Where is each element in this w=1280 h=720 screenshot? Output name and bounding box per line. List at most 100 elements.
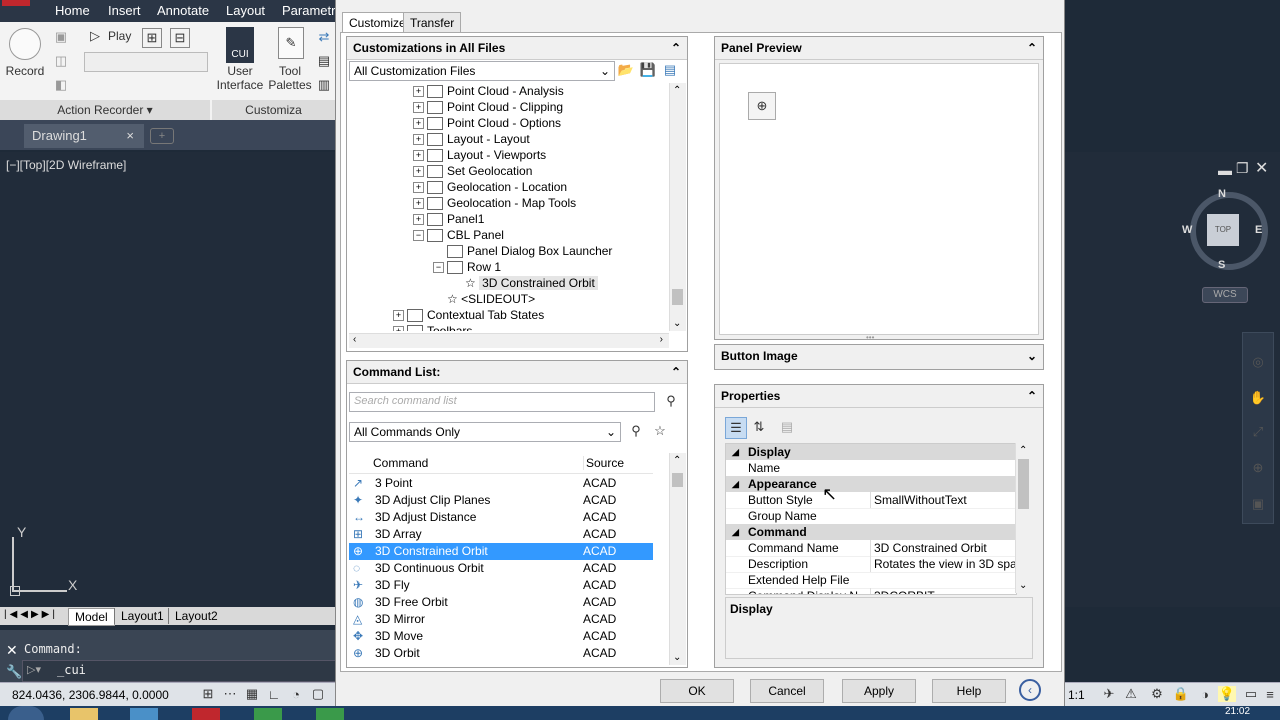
splitter-grip[interactable]: ••• <box>866 334 886 342</box>
tree-node[interactable]: − Row 1 <box>433 259 501 275</box>
collapse-icon[interactable]: ⌃ <box>1027 385 1037 407</box>
minimize-icon[interactable]: ▬ <box>1218 162 1232 178</box>
find-replace-icon[interactable]: ⚲ <box>627 422 645 440</box>
property-category[interactable]: ◢ Command <box>726 524 1016 540</box>
restore-icon[interactable]: ❐ <box>1236 160 1249 177</box>
app-icon[interactable] <box>130 708 158 720</box>
tree-node[interactable]: + Layout - Layout <box>413 131 530 147</box>
apply-button[interactable]: Apply <box>842 679 916 703</box>
properties-scrollbar[interactable]: ⌃ ⌄ <box>1015 443 1032 593</box>
property-category[interactable]: ◢ Appearance <box>726 476 1016 492</box>
wrench-icon[interactable]: 🔧 <box>6 664 22 680</box>
expand-icon[interactable]: + <box>393 326 404 331</box>
tree-node[interactable]: + Geolocation - Map Tools <box>413 195 576 211</box>
customization-menu-icon[interactable]: ≡ <box>1262 686 1278 702</box>
document-tab[interactable]: Drawing1 × <box>24 124 144 148</box>
tree-node[interactable]: ☆ <SLIDEOUT> <box>433 291 535 307</box>
command-list-row[interactable]: ↗ 3 Point ACAD <box>349 475 653 492</box>
record-option-icon[interactable]: ▣ <box>52 28 70 46</box>
viewcube-south[interactable]: S <box>1218 259 1225 271</box>
cancel-button[interactable]: Cancel <box>750 679 824 703</box>
new-tab-icon[interactable]: + <box>150 128 174 144</box>
pan-icon[interactable]: ✋ <box>1247 387 1269 409</box>
lock-icon[interactable]: 🔒 <box>1172 686 1190 702</box>
column-header-source[interactable]: Source <box>583 456 624 470</box>
scroll-up-icon[interactable]: ⌃ <box>673 85 681 96</box>
display-filters-icon[interactable]: ▤ <box>661 61 679 79</box>
tree-node[interactable]: + Point Cloud - Analysis <box>413 83 564 99</box>
play-icon[interactable]: ▷ <box>88 28 102 44</box>
annotation-visibility-icon[interactable]: ✈ <box>1100 686 1118 702</box>
button-image-header[interactable]: Button Image ⌄ <box>715 345 1043 367</box>
tree-node[interactable]: + Geolocation - Location <box>413 179 567 195</box>
collapse-triangle-icon[interactable]: ◢ <box>732 476 739 492</box>
ribbon-tab-layout[interactable]: Layout <box>226 3 265 18</box>
property-row[interactable]: Button Style SmallWithoutText <box>726 492 1016 509</box>
property-value[interactable]: 3D Constrained Orbit <box>870 540 1016 556</box>
viewport-controls-label[interactable]: [−][Top][2D Wireframe] <box>6 158 126 172</box>
record-option-icon[interactable]: ◧ <box>52 76 70 94</box>
expand-icon[interactable]: + <box>413 86 424 98</box>
property-value[interactable]: SmallWithoutText <box>870 492 1016 508</box>
open-file-icon[interactable]: 📂 <box>617 61 635 79</box>
tree-node[interactable]: + Layout - Viewports <box>413 147 546 163</box>
cui-icon[interactable]: CUI <box>226 27 254 63</box>
ribbon-tab-home[interactable]: Home <box>55 3 90 18</box>
expand-icon[interactable]: + <box>413 102 424 114</box>
app-icon[interactable] <box>316 708 344 720</box>
tree-node[interactable]: + Panel1 <box>413 211 484 227</box>
tree-vertical-scrollbar[interactable]: ⌃ ⌄ <box>669 83 686 331</box>
command-list-row[interactable]: ✦ 3D Adjust Clip Planes ACAD <box>349 492 653 509</box>
collapse-icon[interactable]: − <box>433 262 444 274</box>
infer-icon[interactable]: ⋯ <box>222 686 238 702</box>
scroll-down-icon[interactable]: ⌄ <box>673 318 681 329</box>
collapse-icon[interactable]: ⌃ <box>671 37 681 59</box>
close-icon[interactable]: ✕ <box>6 642 18 659</box>
ribbon-tab-parametric[interactable]: Parametr <box>282 3 335 18</box>
search-icon[interactable]: ⚲ <box>661 391 681 411</box>
scrollbar-thumb[interactable] <box>1018 459 1029 509</box>
scrollbar-thumb[interactable] <box>672 289 683 305</box>
auto-scale-icon[interactable]: ⚠ <box>1122 686 1140 702</box>
steering-wheel-icon[interactable]: ◎ <box>1247 351 1269 373</box>
ortho-icon[interactable]: ∟ <box>266 686 282 702</box>
tab-transfer[interactable]: Transfer <box>403 12 462 34</box>
ok-button[interactable]: OK <box>660 679 734 703</box>
import-icon[interactable]: ⇄ <box>317 28 331 46</box>
showmotion-icon[interactable]: ▣ <box>1247 493 1269 515</box>
collapse-icon[interactable]: ⌃ <box>671 361 681 383</box>
column-header-command[interactable]: Command <box>373 456 428 470</box>
layout-tab-layout1[interactable]: Layout1 <box>114 608 170 624</box>
hardware-acceleration-icon[interactable]: ◑ <box>1196 686 1214 702</box>
autocad-taskbar-icon[interactable] <box>192 708 220 720</box>
viewcube-east[interactable]: E <box>1255 224 1262 236</box>
search-input-box[interactable]: Search command list <box>349 392 655 412</box>
coordinates-readout[interactable]: 824.0436, 2306.9844, 0.0000 <box>12 688 169 702</box>
edit-icon[interactable]: ▤ <box>317 52 331 70</box>
layout-tab-model[interactable]: Model <box>68 608 115 626</box>
zoom-icon[interactable]: ⤢ <box>1247 421 1269 443</box>
tree-node[interactable]: ☆ 3D Constrained Orbit <box>451 275 598 291</box>
macro-icon[interactable]: ⊞ <box>142 28 162 48</box>
expand-icon[interactable]: + <box>413 214 424 226</box>
property-row[interactable]: Name <box>726 460 1016 477</box>
wcs-menu[interactable]: WCS <box>1202 287 1248 303</box>
app-menu-icon[interactable] <box>2 0 30 6</box>
expand-icon[interactable]: + <box>413 182 424 194</box>
ribbon-tab-insert[interactable]: Insert <box>108 3 141 18</box>
collapse-icon[interactable]: ⌃ <box>1027 37 1037 59</box>
collapse-triangle-icon[interactable]: ◢ <box>732 524 739 540</box>
tree-node[interactable]: − CBL Panel <box>413 227 504 243</box>
close-icon[interactable]: × <box>126 124 134 148</box>
create-command-icon[interactable]: ☆ <box>651 422 669 440</box>
viewcube-top-face[interactable]: TOP <box>1207 214 1239 246</box>
start-icon[interactable] <box>8 706 44 720</box>
expand-icon[interactable]: + <box>413 134 424 146</box>
property-row[interactable]: Command Display N 3DCORBIT <box>726 588 1016 594</box>
collapse-triangle-icon[interactable]: ◢ <box>732 444 739 460</box>
workspace-gear-icon[interactable]: ⚙ <box>1148 686 1166 702</box>
command-list-row[interactable]: ◬ 3D Mirror ACAD <box>349 611 653 628</box>
expand-icon[interactable]: + <box>413 166 424 178</box>
app-icon[interactable] <box>254 708 282 720</box>
scroll-left-icon[interactable]: ‹ <box>353 334 356 345</box>
